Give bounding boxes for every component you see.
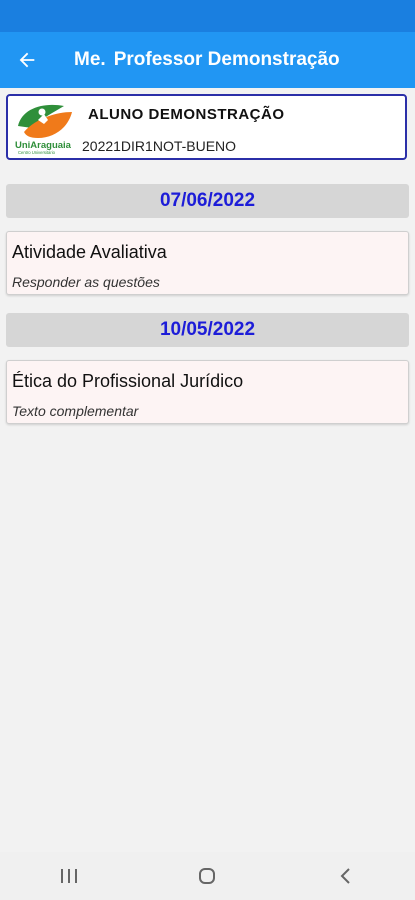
activity-card[interactable]: Atividade Avaliativa Responder as questõ… <box>6 231 409 295</box>
back-nav-button[interactable] <box>306 852 386 900</box>
back-button[interactable] <box>0 32 54 88</box>
page-title: Me. Professor Demonstração <box>74 49 340 71</box>
recent-apps-button[interactable] <box>29 852 109 900</box>
uniaraguaia-logo: UniAraguaia Centro Universitário <box>15 104 72 155</box>
system-nav-bar <box>0 852 415 900</box>
logo-tagline: Centro Universitário <box>18 150 56 155</box>
title-prefix: Me. <box>74 49 106 70</box>
activity-description: Texto complementar <box>12 403 139 419</box>
home-button[interactable] <box>167 852 247 900</box>
student-name: ALUNO DEMONSTRAÇÃO <box>88 106 285 123</box>
student-class-code: 20221DIR1NOT-BUENO <box>82 138 237 154</box>
activity-card[interactable]: Ética do Profissional Jurídico Texto com… <box>6 360 409 424</box>
student-card: UniAraguaia Centro Universitário ALUNO D… <box>6 94 407 160</box>
home-icon <box>199 868 216 884</box>
status-bar <box>0 0 415 32</box>
arrow-left-icon <box>19 52 35 68</box>
activity-title: Ética do Profissional Jurídico <box>12 371 244 391</box>
recent-apps-icon <box>61 869 78 883</box>
back-chevron-icon <box>340 868 350 884</box>
date-header: 10/05/2022 <box>6 313 409 347</box>
professor-name: Professor Demonstração <box>113 49 340 70</box>
activity-title: Atividade Avaliativa <box>12 242 167 262</box>
activity-description: Responder as questões <box>12 274 160 290</box>
app-bar: Me. Professor Demonstração <box>0 32 415 88</box>
date-header: 07/06/2022 <box>6 184 409 218</box>
